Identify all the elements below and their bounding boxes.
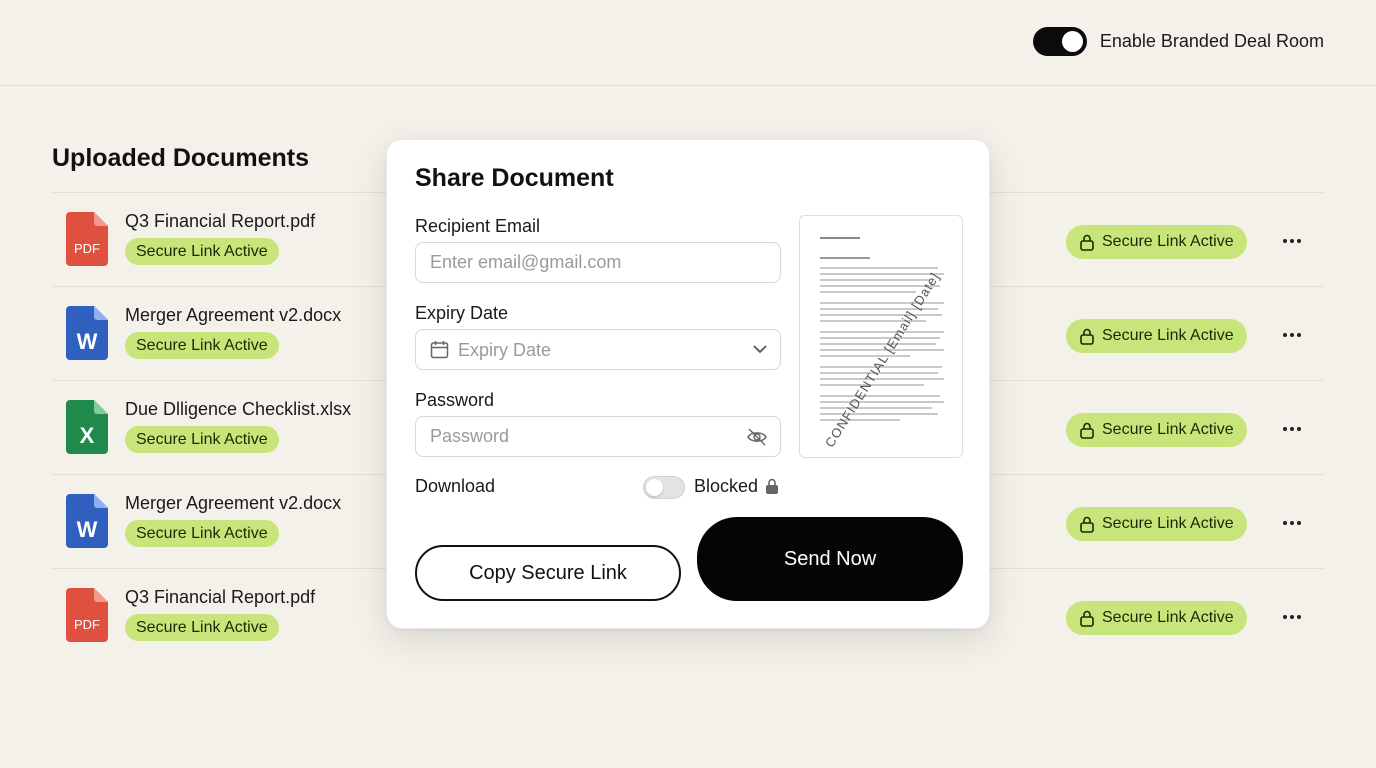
expiry-date-label: Expiry Date	[415, 303, 509, 323]
svg-text:PDF: PDF	[74, 617, 100, 632]
recipient-email-field[interactable]	[415, 242, 781, 283]
excel-file-icon: X	[66, 400, 108, 454]
more-options-button[interactable]	[1278, 227, 1306, 255]
pdf-file-icon: PDF	[66, 212, 108, 266]
file-name[interactable]: Q3 Financial Report.pdf	[125, 587, 315, 608]
recipient-email-input[interactable]	[416, 243, 780, 282]
more-horizontal-icon	[1283, 333, 1287, 337]
recipient-email-label: Recipient Email	[415, 216, 541, 236]
expiry-date-select[interactable]: Expiry Date	[415, 329, 781, 370]
download-toggle[interactable]	[643, 476, 685, 499]
file-name[interactable]: Merger Agreement v2.docx	[125, 493, 341, 514]
chevron-down-icon	[753, 345, 767, 354]
branded-deal-room-toggle[interactable]	[1032, 27, 1087, 56]
svg-text:PDF: PDF	[74, 241, 100, 256]
secure-link-status[interactable]: Secure Link Active	[1066, 601, 1247, 635]
modal-title: Share Document	[415, 164, 614, 192]
lock-icon	[1080, 610, 1094, 627]
svg-text:W: W	[77, 517, 98, 542]
more-horizontal-icon	[1283, 615, 1287, 619]
document-preview: CONFIDENTIAL [Email] [Date]	[799, 215, 963, 458]
download-label: Download	[415, 476, 496, 496]
file-name[interactable]: Due Dlligence Checklist.xlsx	[125, 399, 351, 420]
password-label: Password	[415, 390, 495, 410]
secure-link-status[interactable]: Secure Link Active	[1066, 507, 1247, 541]
toggle-knob	[1061, 31, 1083, 52]
send-now-button[interactable]: Send Now	[697, 517, 963, 601]
word-file-icon: W	[66, 306, 108, 360]
secure-link-label: Secure Link Active	[1102, 609, 1234, 626]
branded-deal-room-label: Enable Branded Deal Room	[1099, 31, 1324, 51]
lock-icon	[1080, 234, 1094, 251]
secure-link-label: Secure Link Active	[1102, 233, 1234, 250]
lock-icon	[1080, 422, 1094, 439]
lock-icon	[766, 478, 778, 494]
branded-deal-room-setting: Enable Branded Deal Room	[1032, 27, 1324, 56]
secure-link-status[interactable]: Secure Link Active	[1066, 225, 1247, 259]
word-file-icon: W	[66, 494, 108, 548]
calendar-icon	[430, 341, 449, 359]
file-name[interactable]: Q3 Financial Report.pdf	[125, 211, 315, 232]
expiry-date-value: Expiry Date	[458, 340, 552, 360]
svg-text:X: X	[80, 423, 95, 448]
secure-link-status[interactable]: Secure Link Active	[1066, 319, 1247, 353]
status-badge: Secure Link Active	[125, 614, 279, 641]
secure-link-label: Secure Link Active	[1102, 421, 1234, 438]
file-name[interactable]: Merger Agreement v2.docx	[125, 305, 341, 326]
status-badge: Secure Link Active	[125, 426, 279, 453]
eye-off-icon[interactable]	[746, 427, 768, 447]
password-input[interactable]	[416, 417, 780, 456]
password-field[interactable]	[415, 416, 781, 457]
more-options-button[interactable]	[1278, 415, 1306, 443]
status-badge: Secure Link Active	[125, 238, 279, 265]
top-bar: Enable Branded Deal Room	[0, 0, 1376, 86]
download-state-label: Blocked	[694, 476, 759, 496]
status-badge: Secure Link Active	[125, 332, 279, 359]
pdf-file-icon: PDF	[66, 588, 108, 642]
confidential-watermark: CONFIDENTIAL [Email] [Date]	[822, 269, 943, 450]
svg-text:W: W	[77, 329, 98, 354]
secure-link-label: Secure Link Active	[1102, 327, 1234, 344]
more-horizontal-icon	[1283, 427, 1287, 431]
secure-link-status[interactable]: Secure Link Active	[1066, 413, 1247, 447]
secure-link-label: Secure Link Active	[1102, 515, 1234, 532]
copy-secure-link-button[interactable]: Copy Secure Link	[415, 545, 681, 601]
share-document-modal: Share Document Recipient Email Expiry Da…	[386, 139, 990, 629]
lock-icon	[1080, 516, 1094, 533]
more-options-button[interactable]	[1278, 603, 1306, 631]
more-options-button[interactable]	[1278, 509, 1306, 537]
more-options-button[interactable]	[1278, 321, 1306, 349]
toggle-knob	[646, 479, 663, 496]
more-horizontal-icon	[1283, 521, 1287, 525]
lock-icon	[1080, 328, 1094, 345]
more-horizontal-icon	[1283, 239, 1287, 243]
section-title: Uploaded Documents	[52, 144, 309, 172]
status-badge: Secure Link Active	[125, 520, 279, 547]
